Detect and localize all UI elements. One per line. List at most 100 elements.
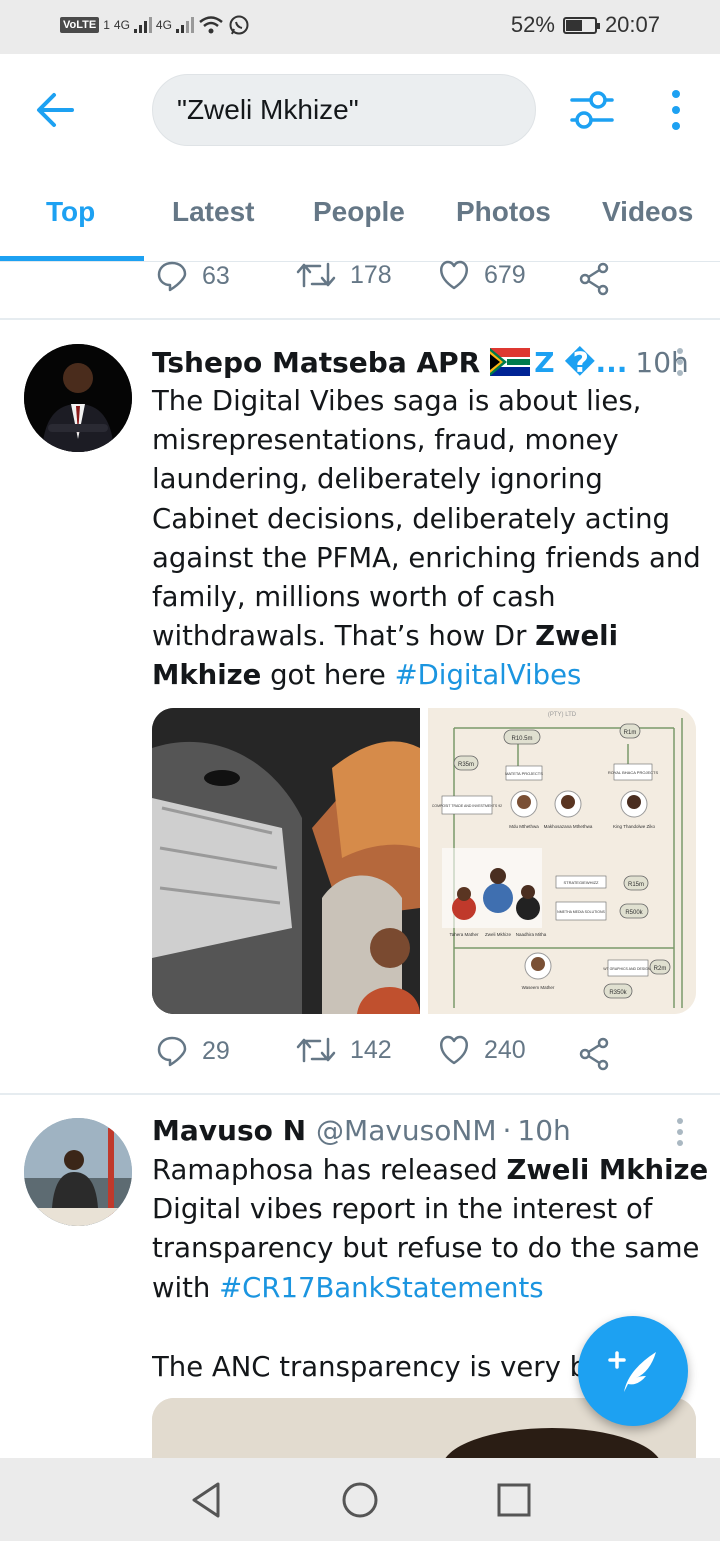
retweet-button[interactable]: 178 <box>296 260 392 290</box>
south-africa-flag-icon <box>490 348 531 376</box>
diagram-label: R10.5m <box>511 736 532 742</box>
diagram-label: R350k <box>609 990 627 996</box>
time-separator: · <box>502 1114 512 1147</box>
network-type-2: 4G <box>155 18 172 32</box>
battery-icon <box>562 16 600 34</box>
share-icon[interactable] <box>578 1037 610 1071</box>
tweet-media[interactable]: (PTY) LTD R10.5m R1m R35m MATETA PROJECT… <box>152 708 696 1014</box>
reply-icon <box>157 261 187 292</box>
tab-videos[interactable]: Videos <box>602 196 693 228</box>
retweet-button[interactable]: 142 <box>296 1035 392 1065</box>
search-filter-icon[interactable] <box>568 88 616 132</box>
search-header: "Zweli Mkhize" <box>0 54 720 166</box>
vertical-ellipsis-icon[interactable] <box>664 88 688 132</box>
status-left: VoLTE 1 4G 4G <box>60 14 250 36</box>
volte-badge: VoLTE <box>60 17 100 33</box>
display-name[interactable]: Tshepo Matseba APR <box>152 346 480 379</box>
heart-icon <box>440 260 468 290</box>
diagram-label: King Thandolwe Ziko <box>613 824 655 829</box>
search-query-text: "Zweli Mkhize" <box>177 94 359 125</box>
avatar[interactable] <box>24 1118 132 1226</box>
signal-icon <box>133 17 152 33</box>
battery-percent: 52% <box>510 12 555 37</box>
like-count: 679 <box>484 260 526 289</box>
tab-latest[interactable]: Latest <box>172 196 254 228</box>
money-flow-diagram: (PTY) LTD R10.5m R1m R35m MATETA PROJECT… <box>428 708 696 1014</box>
status-bar: VoLTE 1 4G 4G 52% 20:07 <box>0 0 720 54</box>
compose-tweet-button[interactable] <box>578 1316 688 1426</box>
compose-tweet-icon <box>608 1351 656 1392</box>
sim-number: 1 <box>103 18 110 32</box>
retweet-icon <box>296 262 336 288</box>
diagram-label: Waseem Mather <box>522 985 555 990</box>
clock: 20:07 <box>604 12 660 37</box>
tweet-options-icon[interactable] <box>670 346 690 382</box>
diagram-label: Tahera Mather <box>449 932 479 937</box>
reply-button[interactable]: 29 <box>156 1035 230 1067</box>
status-right: 52% 20:07 <box>511 12 660 38</box>
back-triangle-icon[interactable] <box>186 1480 226 1520</box>
heart-icon <box>440 1035 468 1065</box>
diagram-label: NMETHA MEDIA SOLUTIONS <box>557 910 605 914</box>
home-circle-icon[interactable] <box>340 1480 380 1520</box>
tweet-body: Ramaphosa has released Zweli Mkhize Digi… <box>152 1151 712 1308</box>
hashtag-link[interactable]: #CR17BankStatements <box>219 1272 543 1304</box>
tweet-text-part: The Digital Vibes saga is about lies, mi… <box>152 385 701 653</box>
hashtag-link[interactable]: #DigitalVibes <box>395 659 582 691</box>
like-button[interactable]: 679 <box>438 260 526 290</box>
system-nav-bar <box>0 1458 720 1541</box>
media-photo-1[interactable] <box>152 708 420 1014</box>
diagram-label: R500k <box>625 910 643 916</box>
tweet-body: The Digital Vibes saga is about lies, mi… <box>152 382 712 696</box>
avatar-image <box>24 344 132 452</box>
tab-people[interactable]: People <box>313 196 405 228</box>
avatar[interactable] <box>24 344 132 452</box>
display-name[interactable]: Mavuso N <box>152 1114 306 1147</box>
diagram-label: R1m <box>624 730 637 736</box>
whatsapp-icon <box>229 15 249 35</box>
diagram-label: R15m <box>628 882 644 888</box>
diagram-label: R2m <box>654 966 667 972</box>
share-icon[interactable] <box>578 262 610 296</box>
tweet-body-continued: The ANC transparency is very b <box>152 1351 588 1383</box>
diagram-label: Makhosazana Mthethwa <box>544 824 593 829</box>
like-count: 240 <box>484 1035 526 1064</box>
tweet-divider <box>0 318 720 320</box>
tweet-header: Tshepo Matseba APR Z �... 10h <box>152 344 689 379</box>
tweet-header: Mavuso N @MavusoNM · 10h <box>152 1114 571 1147</box>
display-name-extra: Z �... <box>534 346 628 379</box>
diagram-label: Zweli Mkhize <box>485 932 512 937</box>
search-match: Zweli Mkhize <box>506 1154 709 1186</box>
diagram-label: ROYAL BHACA PROJECTS <box>608 770 659 775</box>
diagram-label: MATETA PROJECTS <box>505 771 543 776</box>
like-button[interactable]: 240 <box>438 1035 526 1065</box>
reply-button[interactable]: 63 <box>156 260 230 292</box>
active-tab-indicator <box>0 256 144 261</box>
retweet-count: 178 <box>350 260 392 289</box>
wifi-icon <box>199 16 223 34</box>
diagram-label: Naadhira Mitha <box>516 932 547 937</box>
user-handle[interactable]: @MavusoNM <box>316 1114 496 1147</box>
diagram-label: (PTY) LTD <box>548 712 577 718</box>
reply-icon <box>157 1036 187 1067</box>
media-photo-2[interactable]: (PTY) LTD R10.5m R1m R35m MATETA PROJECT… <box>428 708 696 1014</box>
tweet-options-icon[interactable] <box>670 1116 690 1152</box>
diagram-label: R35m <box>458 762 474 768</box>
recents-square-icon[interactable] <box>494 1480 534 1520</box>
diagram-label: COMPOSIT TRADE AND INVESTMENTS 92 <box>432 804 502 808</box>
reply-count: 29 <box>202 1036 230 1065</box>
reply-count: 63 <box>202 261 230 290</box>
tweet-time: 10h <box>517 1114 571 1147</box>
signal-icon <box>175 17 194 33</box>
network-type-1: 4G <box>113 18 130 32</box>
battery-fill <box>565 19 582 31</box>
arrow-left-icon[interactable] <box>32 90 78 130</box>
search-tabs: Top Latest People Photos Videos <box>0 166 720 262</box>
search-input[interactable]: "Zweli Mkhize" <box>152 74 536 146</box>
diagram-label: STRATEGIEWHIZZ <box>563 880 599 885</box>
tweet-divider <box>0 1093 720 1095</box>
masked-man-photo <box>152 708 420 1014</box>
tab-photos[interactable]: Photos <box>456 196 551 228</box>
tab-top[interactable]: Top <box>46 196 95 228</box>
tweet-text-part: got here <box>261 659 395 692</box>
